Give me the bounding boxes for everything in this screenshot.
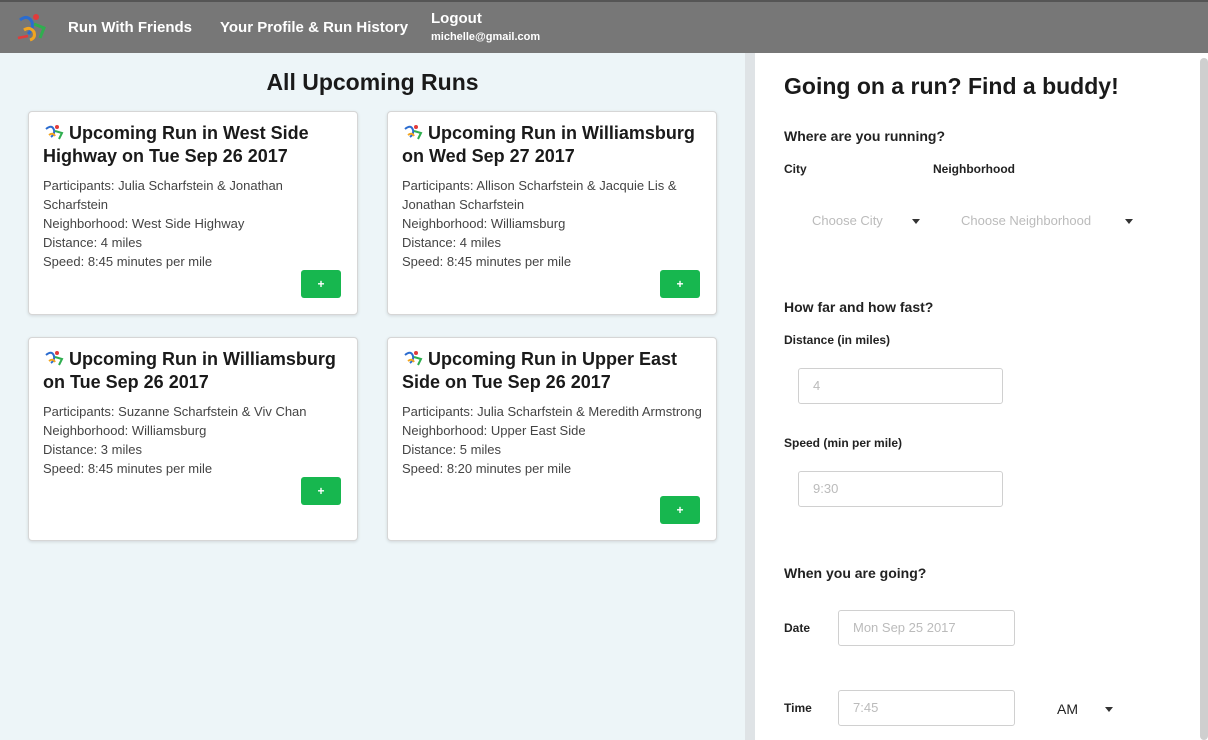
join-run-button[interactable]: + bbox=[301, 477, 341, 505]
nav-brand-link[interactable]: Run With Friends bbox=[68, 19, 192, 36]
run-card-details: Participants: Allison Scharfstein & Jacq… bbox=[402, 176, 702, 271]
distance-label: Distance (in miles) bbox=[784, 333, 891, 347]
join-run-button[interactable]: + bbox=[301, 270, 341, 298]
neighborhood-label: Neighborhood bbox=[933, 162, 1015, 176]
where-heading: Where are you running? bbox=[784, 128, 946, 144]
caret-down-icon[interactable] bbox=[912, 219, 920, 224]
time-label: Time bbox=[784, 701, 812, 715]
run-neighborhood: Neighborhood: Williamsburg bbox=[43, 423, 207, 438]
runner-logo-icon bbox=[45, 351, 64, 366]
run-participants: Participants: Julia Scharfstein & Jonath… bbox=[43, 178, 283, 212]
date-input[interactable]: Mon Sep 25 2017 bbox=[838, 610, 1015, 646]
caret-down-icon[interactable] bbox=[1125, 219, 1133, 224]
join-run-button[interactable]: + bbox=[660, 496, 700, 524]
run-participants: Participants: Allison Scharfstein & Jacq… bbox=[402, 178, 677, 212]
run-card: Upcoming Run in Upper East Side on Tue S… bbox=[387, 337, 717, 541]
run-card-details: Participants: Suzanne Scharfstein & Viv … bbox=[43, 402, 343, 478]
run-neighborhood: Neighborhood: West Side Highway bbox=[43, 216, 245, 231]
navbar: Run With Friends Your Profile & Run Hist… bbox=[0, 0, 1208, 53]
run-card-title-text: Upcoming Run in West Side Highway on Tue… bbox=[43, 123, 309, 166]
run-neighborhood: Neighborhood: Upper East Side bbox=[402, 423, 586, 438]
when-heading: When you are going? bbox=[784, 565, 927, 581]
run-card-title-text: Upcoming Run in Williamsburg on Wed Sep … bbox=[402, 123, 695, 166]
run-distance: Distance: 4 miles bbox=[43, 235, 142, 250]
speed-input[interactable]: 9:30 bbox=[798, 471, 1003, 507]
runner-logo-icon bbox=[45, 125, 64, 140]
run-card: Upcoming Run in Williamsburg on Wed Sep … bbox=[387, 111, 717, 315]
run-card-title: Upcoming Run in Upper East Side on Tue S… bbox=[402, 348, 702, 394]
run-card-title: Upcoming Run in West Side Highway on Tue… bbox=[43, 122, 343, 168]
run-card-details: Participants: Julia Scharfstein & Jonath… bbox=[43, 176, 343, 271]
run-distance: Distance: 5 miles bbox=[402, 442, 501, 457]
runner-logo-icon[interactable] bbox=[14, 12, 50, 42]
run-card-title: Upcoming Run in Williamsburg on Tue Sep … bbox=[43, 348, 343, 394]
logout-link[interactable]: Logout bbox=[431, 10, 540, 27]
how-heading: How far and how fast? bbox=[784, 299, 934, 315]
run-distance: Distance: 3 miles bbox=[43, 442, 142, 457]
runner-logo-icon bbox=[404, 351, 423, 366]
logout-block[interactable]: Logout michelle@gmail.com bbox=[431, 10, 540, 43]
run-neighborhood: Neighborhood: Williamsburg bbox=[402, 216, 566, 231]
run-card: Upcoming Run in Williamsburg on Tue Sep … bbox=[28, 337, 358, 541]
distance-input[interactable]: 4 bbox=[798, 368, 1003, 404]
form-title: Going on a run? Find a buddy! bbox=[784, 73, 1119, 99]
upcoming-runs-panel: All Upcoming Runs Upcoming Run in West S… bbox=[0, 53, 745, 740]
run-distance: Distance: 4 miles bbox=[402, 235, 501, 250]
run-speed: Speed: 8:45 minutes per mile bbox=[43, 254, 213, 269]
caret-down-icon[interactable] bbox=[1105, 707, 1113, 712]
city-select[interactable]: Choose City bbox=[812, 213, 883, 228]
upcoming-runs-title: All Upcoming Runs bbox=[266, 69, 479, 95]
user-email: michelle@gmail.com bbox=[431, 31, 541, 43]
scrollbar[interactable] bbox=[1200, 58, 1208, 740]
neighborhood-select[interactable]: Choose Neighborhood bbox=[961, 213, 1091, 228]
run-card-details: Participants: Julia Scharfstein & Meredi… bbox=[402, 402, 702, 478]
panel-divider bbox=[745, 53, 755, 740]
run-card: Upcoming Run in West Side Highway on Tue… bbox=[28, 111, 358, 315]
run-card-title: Upcoming Run in Williamsburg on Wed Sep … bbox=[402, 122, 702, 168]
ampm-select[interactable]: AM bbox=[1057, 701, 1078, 717]
run-speed: Speed: 8:45 minutes per mile bbox=[402, 254, 572, 269]
city-label: City bbox=[784, 162, 807, 176]
run-participants: Participants: Julia Scharfstein & Meredi… bbox=[402, 404, 702, 419]
nav-profile-link[interactable]: Your Profile & Run History bbox=[220, 19, 408, 36]
speed-label: Speed (min per mile) bbox=[784, 436, 903, 450]
run-card-title-text: Upcoming Run in Upper East Side on Tue S… bbox=[402, 349, 678, 392]
find-buddy-form: Going on a run? Find a buddy! Where are … bbox=[755, 53, 1208, 740]
run-participants: Participants: Suzanne Scharfstein & Viv … bbox=[43, 404, 307, 419]
run-speed: Speed: 8:45 minutes per mile bbox=[43, 461, 213, 476]
date-label: Date bbox=[784, 621, 811, 635]
run-card-title-text: Upcoming Run in Williamsburg on Tue Sep … bbox=[43, 349, 336, 392]
join-run-button[interactable]: + bbox=[660, 270, 700, 298]
run-speed: Speed: 8:20 minutes per mile bbox=[402, 461, 572, 476]
runner-logo-icon bbox=[404, 125, 423, 140]
time-input[interactable]: 7:45 bbox=[838, 690, 1015, 726]
